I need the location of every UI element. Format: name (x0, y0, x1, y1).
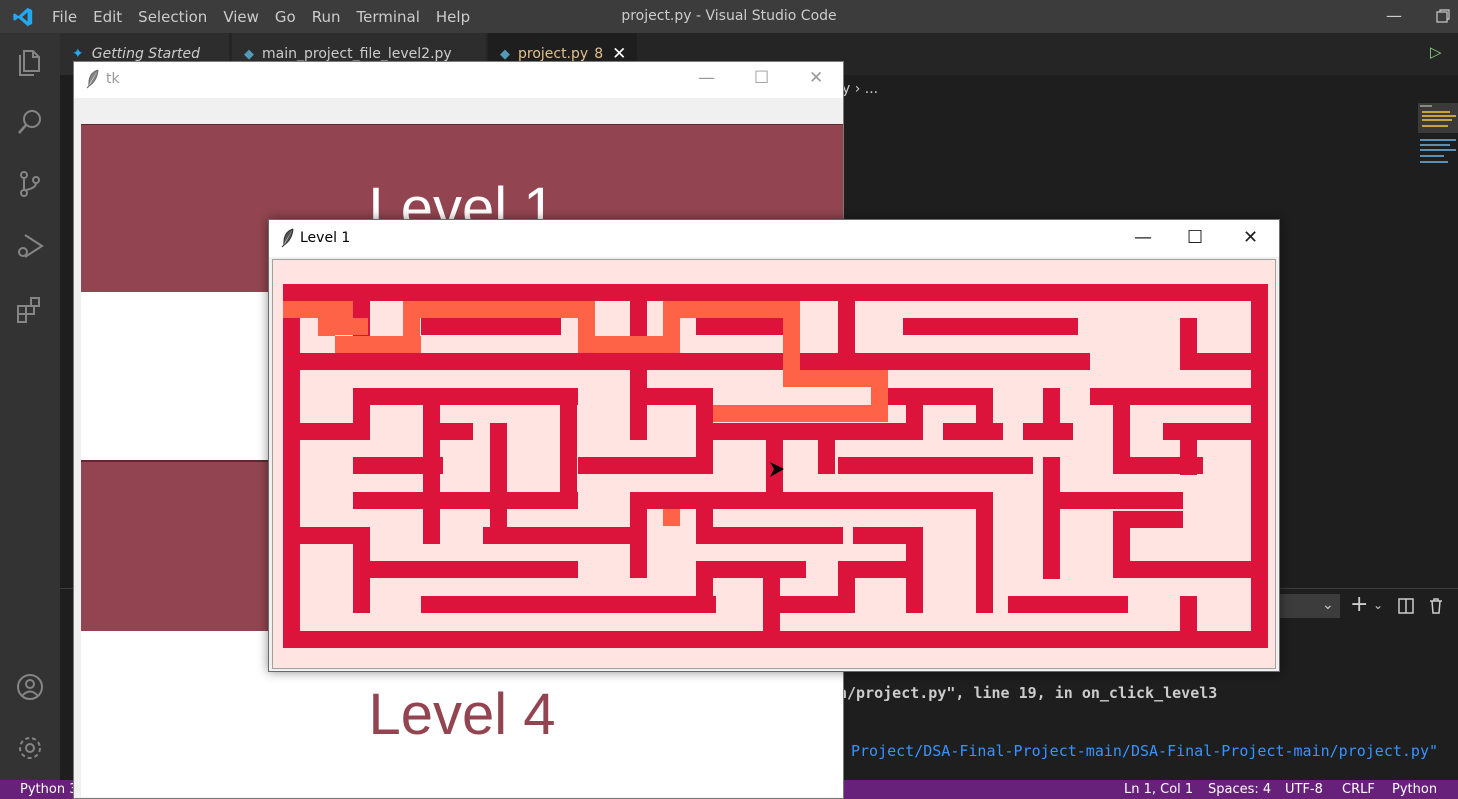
terminal-output-line: n/project.py", line 19, in on_click_leve… (838, 684, 1218, 702)
level-window: Level 1 — ☐ ✕ (268, 219, 1280, 672)
run-play-icon[interactable]: ▷ (1430, 43, 1442, 61)
chevron-down-icon[interactable]: ⌄ (1322, 597, 1334, 613)
tab-label: Getting Started (91, 46, 200, 62)
close-icon[interactable]: ✕ (809, 68, 823, 88)
minimize-icon[interactable]: — (698, 68, 715, 88)
minimap[interactable] (1418, 103, 1458, 173)
window-title: tk (106, 71, 120, 87)
indentation-status[interactable]: Spaces: 4 (1208, 782, 1271, 797)
terminal-output-link[interactable]: Project/DSA-Final-Project-main/DSA-Final… (851, 742, 1438, 760)
vscode-small-icon: ✦ (72, 46, 84, 62)
new-terminal-icon[interactable]: + (1350, 592, 1368, 617)
encoding-status[interactable]: UTF-8 (1285, 782, 1323, 797)
python-file-icon: ◆ (500, 46, 510, 62)
maximize-icon[interactable]: ☐ (1187, 227, 1203, 248)
trash-icon[interactable] (1428, 597, 1444, 615)
account-icon[interactable] (15, 672, 45, 702)
tab-label: project.py (518, 46, 589, 62)
language-mode-status[interactable]: Python (1392, 782, 1437, 797)
maze (283, 284, 1268, 648)
chevron-down-icon[interactable]: ⌄ (1373, 598, 1383, 612)
maze-canvas[interactable] (272, 259, 1276, 669)
window-title: project.py - Visual Studio Code (621, 8, 837, 24)
gear-icon[interactable] (15, 733, 45, 763)
extensions-icon[interactable] (15, 295, 45, 325)
maze-open-cell (853, 387, 868, 404)
maximize-icon[interactable]: ☐ (754, 68, 769, 88)
minimize-icon[interactable]: — (1386, 6, 1402, 25)
tk-feather-icon (86, 69, 99, 89)
tk-feather-icon (281, 228, 294, 248)
source-control-icon[interactable] (15, 169, 45, 199)
minimize-icon[interactable]: — (1134, 227, 1152, 248)
level-4-label: Level 4 (368, 682, 556, 747)
explorer-icon[interactable] (15, 47, 45, 77)
cursor-position-status[interactable]: Ln 1, Col 1 (1124, 782, 1193, 797)
python-file-icon: ◆ (244, 46, 254, 62)
tk-titlebar[interactable]: tk — ☐ ✕ (74, 62, 843, 98)
activity-bar (0, 33, 60, 780)
search-icon[interactable] (15, 107, 45, 137)
vscode-titlebar: File Edit Selection View Go Run Terminal… (0, 0, 1458, 33)
eol-status[interactable]: CRLF (1342, 782, 1375, 797)
split-terminal-icon[interactable] (1398, 598, 1414, 614)
python-interpreter-status[interactable]: Python 3 (20, 782, 77, 797)
tab-label: main_project_file_level2.py (262, 46, 452, 62)
problems-badge: 8 (594, 46, 604, 62)
run-debug-icon[interactable] (15, 231, 45, 261)
close-icon[interactable]: ✕ (1243, 227, 1258, 248)
restore-icon[interactable] (1436, 9, 1450, 23)
level-window-titlebar[interactable]: Level 1 — ☐ ✕ (269, 220, 1279, 257)
breadcrumb[interactable]: y › ... (842, 81, 878, 97)
window-title: Level 1 (300, 230, 351, 246)
